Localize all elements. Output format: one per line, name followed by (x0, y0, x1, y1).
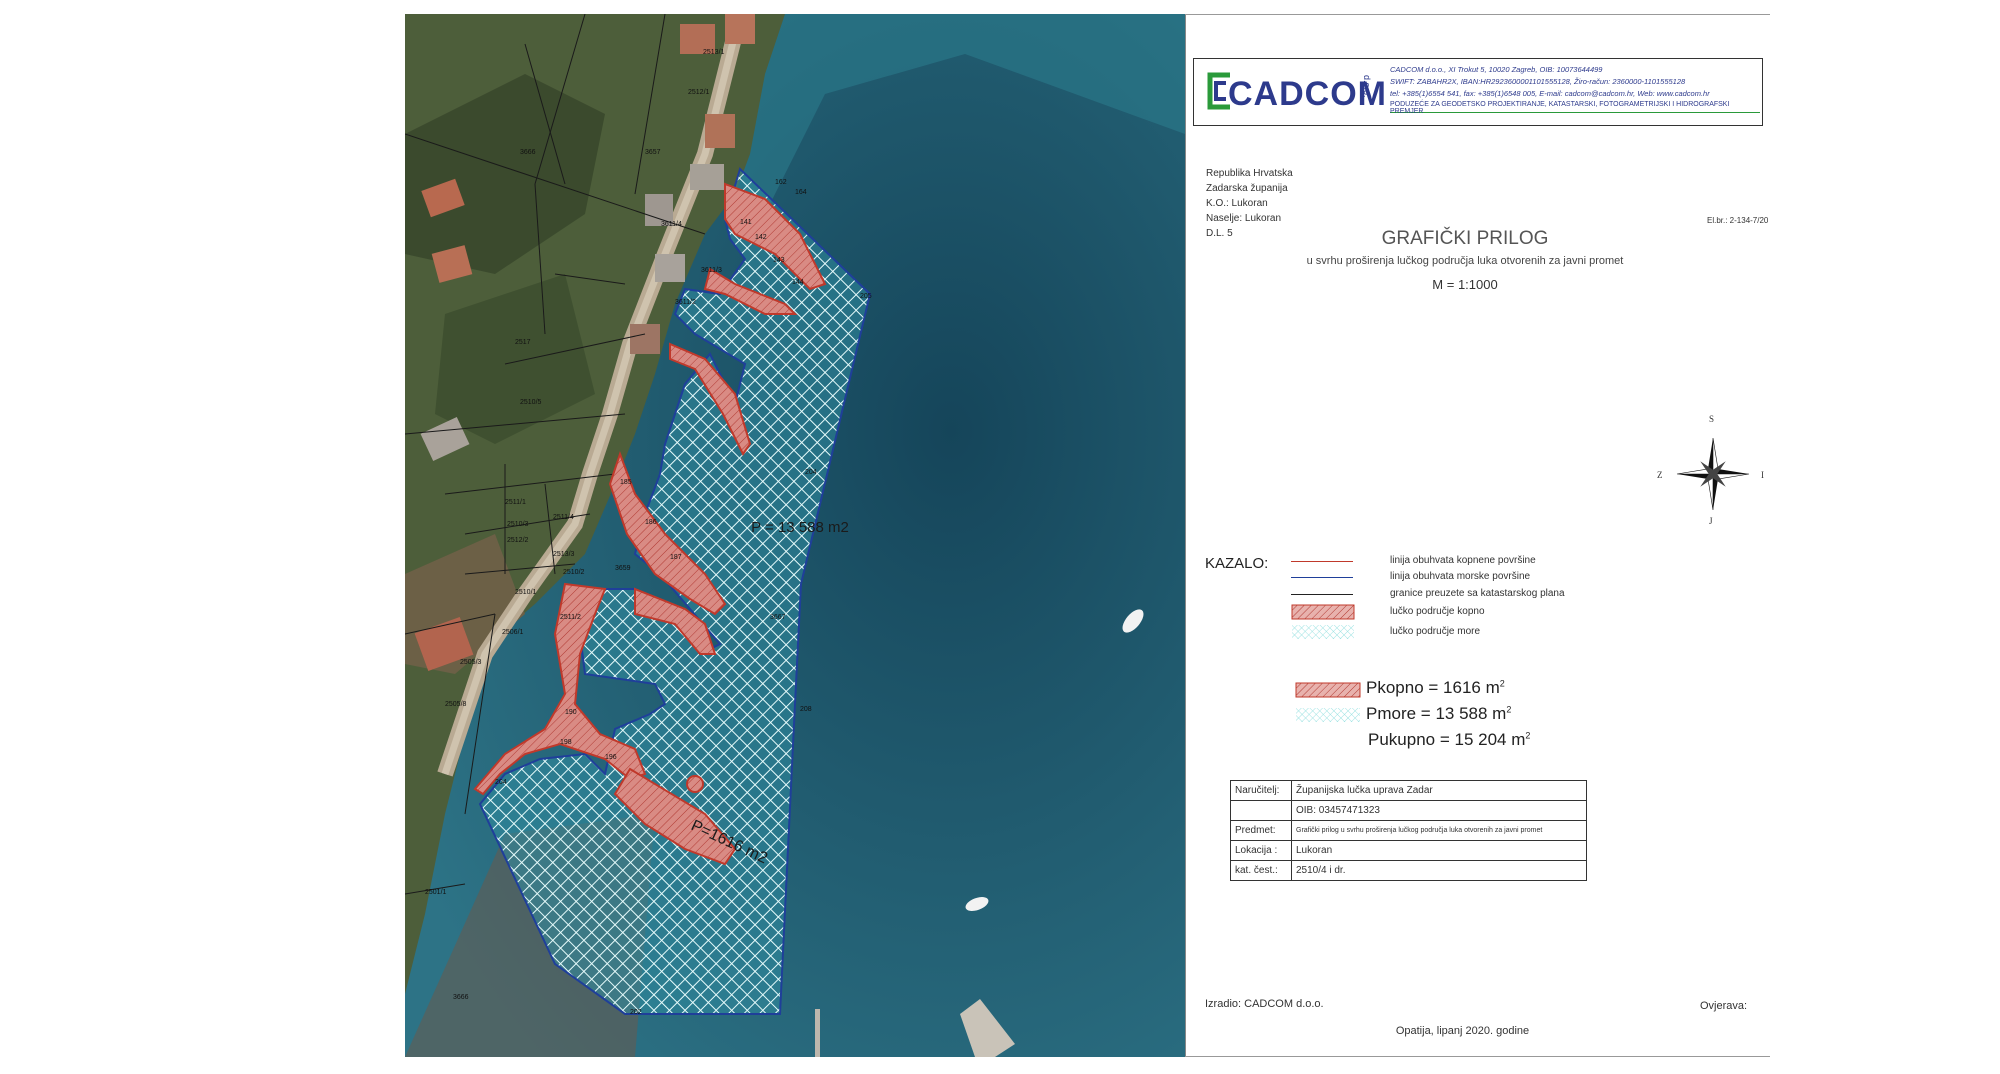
parcel-label: 164 (795, 189, 807, 196)
parcel-label: 198 (560, 739, 572, 746)
vertex-label: 205 (860, 293, 872, 300)
parcel-label: 2505/3 (460, 659, 482, 666)
legend-swatch-sea-line (1291, 577, 1353, 578)
parcel-label: 162 (775, 179, 787, 186)
parcel-label: 142 (755, 234, 767, 241)
table-row: kat. čest.: 2510/4 i dr. (1230, 860, 1587, 881)
parcel-label: 3666 (520, 149, 536, 156)
parcel-label: 2513/3 (553, 551, 575, 558)
legend-label: lučko područje more (1390, 626, 1481, 637)
meta-naselje: Naselje: Lukoran (1206, 213, 1282, 224)
legend-swatch-land-hatch (1291, 604, 1355, 620)
map-svg: 2513/1 2512/1 3657 3666 2517 2510/5 2511… (405, 14, 1185, 1057)
parcel-label: 2510/5 (520, 399, 542, 406)
company-contact: tel: +385(1)6554 541, fax: +385(1)6548 0… (1390, 89, 1710, 98)
parcel-label: 2506/1 (502, 629, 524, 636)
parcel-label: 2511/4 (553, 514, 574, 521)
parcel-label: 204 (495, 779, 507, 786)
area-grand-total: Pukupno = 15 204 m2 (1368, 730, 1531, 749)
compass-south-label: J (1709, 516, 1713, 526)
legend-label: granice preuzete sa katastarskog plana (1390, 588, 1565, 599)
parcel-label: 2501/1 (425, 889, 447, 896)
compass-north-label: S (1709, 414, 1715, 424)
meta-country: Republika Hrvatska (1206, 168, 1293, 179)
parcel-label: 3666 (453, 994, 469, 1001)
parcel-label: 2512/1 (688, 89, 710, 96)
drawing-title: GRAFIČKI PRILOG (1381, 228, 1549, 249)
table-row: Predmet: Grafički prilog u svrhu proširen… (1230, 820, 1587, 841)
company-logo-suffix: d.o.o. (1362, 75, 1372, 98)
parcel-label: 144 (792, 279, 804, 286)
meta-county: Zadarska županija (1206, 183, 1288, 194)
area-land-total: Pkopno = 1616 m2 (1366, 678, 1505, 697)
vertex-label: 204 (805, 469, 817, 476)
legend-label: linija obuhvata kopnene površine (1390, 555, 1536, 566)
legend-swatch-land-line (1291, 561, 1353, 562)
table-row: Naručitelj: Županijska lučka uprava Zadar (1230, 780, 1587, 801)
vertex-label: 208 (800, 706, 812, 713)
parcel-label: 2510/3 (507, 521, 529, 528)
drawing-sheet: CADCOM d.o.o. CADCOM d.o.o., XI Trokut 5… (1185, 14, 1770, 1057)
parcel-label: 143 (773, 257, 785, 264)
parcel-label: 3667 (770, 614, 786, 621)
parcel-label: 2510/2 (563, 569, 585, 576)
legend-label: linija obuhvata morske površine (1390, 571, 1531, 582)
orthophoto-map: 2513/1 2512/1 3657 3666 2517 2510/5 2511… (405, 14, 1185, 1057)
company-header: CADCOM d.o.o. CADCOM d.o.o., XI Trokut 5… (1193, 58, 1763, 126)
prepared-by: Izradio: CADCOM d.o.o. (1205, 998, 1324, 1010)
parcel-label: 3611/3 (701, 267, 722, 274)
parcel-label: 3659 (615, 565, 631, 572)
legend-title: KAZALO: (1205, 555, 1269, 572)
compass-west-label: Z (1657, 470, 1663, 480)
parcel-label: 190 (565, 709, 577, 716)
area-sea-total: Pmore = 13 588 m2 (1366, 704, 1512, 723)
parcel-label: 2511/1 (505, 499, 526, 506)
parcel-label: 187 (670, 554, 682, 561)
parcel-label: 2512/2 (507, 537, 529, 544)
parcel-label: 196 (605, 754, 617, 761)
parcel-label: 2517 (515, 339, 531, 346)
table-row: Lokacija : Lukoran (1230, 840, 1587, 861)
client-info-table: Naručitelj: Županijska lučka uprava Zadar… (1230, 780, 1587, 881)
compass-rose-icon (1676, 437, 1750, 511)
parcel-label: 3611/4 (661, 221, 682, 228)
sheet-bottom-border (1185, 1056, 1770, 1057)
parcel-label: 2511/2 (560, 614, 581, 621)
parcel-label: 3657 (645, 149, 661, 156)
parcel-label: 2510/1 (515, 589, 537, 596)
parcel-label: 185 (620, 479, 632, 486)
compass-east-label: I (1761, 470, 1764, 480)
legend-swatch-sea-hatch (1292, 625, 1354, 639)
parcel-label: 2513/1 (703, 49, 725, 56)
parcel-label: 141 (740, 219, 752, 226)
parcel-label: 2505/8 (445, 701, 467, 708)
legend-label: lučko područje kopno (1390, 606, 1485, 617)
parcel-label: 186 (645, 519, 657, 526)
area-swatch-land (1295, 682, 1361, 698)
meta-ko: K.O.: Lukoran (1206, 198, 1268, 209)
sea-area-label: P = 13 588 m2 (751, 519, 849, 536)
parcel-label: 3611/2 (675, 299, 696, 306)
company-bank: SWIFT: ZABAHR2X, IBAN:HR2923600001101555… (1390, 77, 1686, 86)
drawing-scale: M = 1:1000 (1432, 277, 1498, 292)
sheet-top-border (1185, 14, 1770, 15)
elaborate-number: El.br.: 2-134-7/20 (1707, 216, 1769, 225)
company-activity: PODUZEĆE ZA GEODETSKO PROJEKTIRANJE, KAT… (1390, 101, 1730, 115)
table-row: OIB: 03457471323 (1230, 800, 1587, 821)
area-swatch-sea (1296, 708, 1360, 722)
company-address: CADCOM d.o.o., XI Trokut 5, 10020 Zagreb… (1390, 65, 1603, 74)
place-and-date: Opatija, lipanj 2020. godine (1395, 1025, 1530, 1037)
sheet-left-border (1185, 14, 1186, 1057)
vertex-label: 202 (630, 1009, 642, 1016)
drawing-subtitle: u svrhu proširenja lučkog područja luka … (1306, 255, 1624, 267)
legend-swatch-cadastral-line (1291, 594, 1353, 595)
certified-by-label: Ovjerava: (1700, 1000, 1748, 1012)
